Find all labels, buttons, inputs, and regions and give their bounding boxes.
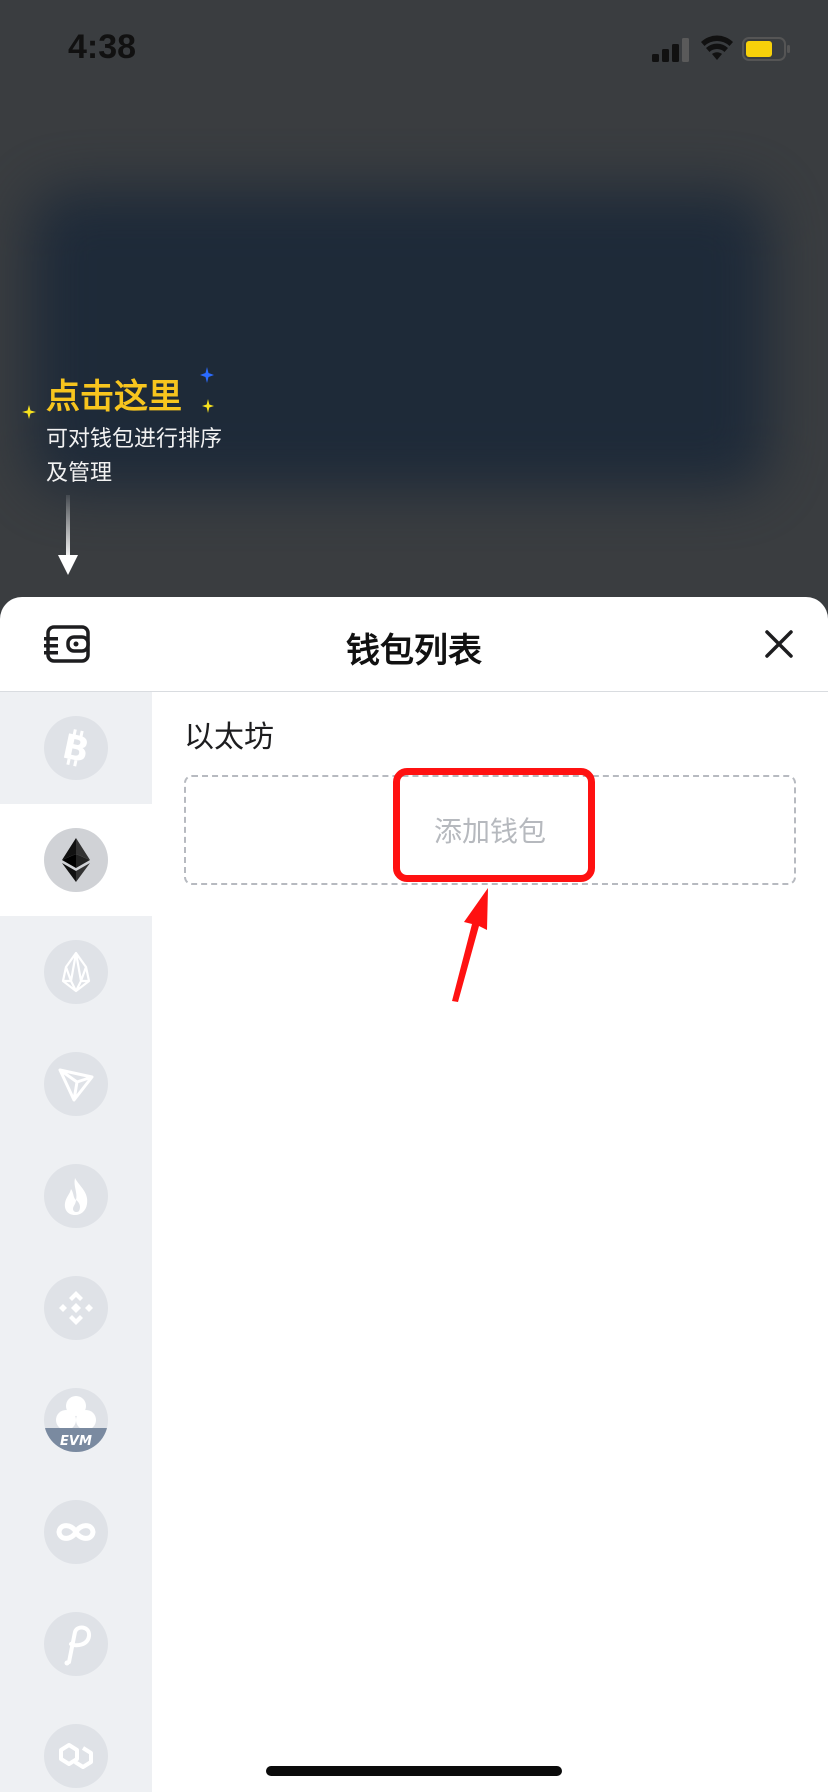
polygon-icon (44, 1724, 108, 1788)
evm-icon: EVM (44, 1388, 108, 1452)
hint-description: 可对钱包进行排序及管理 (46, 427, 223, 486)
close-icon[interactable] (764, 629, 794, 659)
sidebar-item-evm[interactable]: EVM (0, 1364, 152, 1476)
screen: 4:38 点击这里 可对钱包进行排序及管理 钱包列表 B EVM 以太坊 添加钱… (0, 0, 828, 1792)
heco-flame-icon (44, 1164, 108, 1228)
sidebar-item-ethereum[interactable] (0, 804, 152, 916)
bitcoin-icon: B (44, 716, 108, 780)
sidebar-item-polkadot[interactable] (0, 1588, 152, 1700)
onboarding-hint: 点击这里 可对钱包进行排序及管理 (22, 365, 242, 585)
battery-icon (742, 37, 790, 61)
down-arrow-icon (58, 495, 78, 575)
sparkle-icon (200, 367, 214, 383)
wallet-content: 以太坊 添加钱包 (152, 692, 828, 1792)
ethereum-icon (44, 828, 108, 892)
sheet-title: 钱包列表 (346, 631, 482, 671)
home-indicator (266, 1766, 562, 1776)
polkadot-icon (44, 1612, 108, 1676)
sidebar-item-heco[interactable] (0, 1140, 152, 1252)
tron-icon (44, 1052, 108, 1116)
chain-name-heading: 以太坊 (184, 720, 274, 755)
chain-sidebar: B EVM (0, 692, 152, 1792)
hint-title: 点击这里 (46, 377, 182, 417)
wifi-icon (701, 35, 733, 60)
wallet-list-sheet: 钱包列表 B EVM 以太坊 添加钱包 (0, 597, 828, 1792)
sidebar-item-bitcoin[interactable]: B (0, 692, 152, 804)
sidebar-item-eos[interactable] (0, 916, 152, 1028)
signal-icon (652, 38, 689, 62)
sidebar-item-polygon[interactable] (0, 1700, 152, 1792)
status-time: 4:38 (68, 28, 137, 66)
sidebar-item-infinity[interactable] (0, 1476, 152, 1588)
eos-icon (44, 940, 108, 1004)
bnb-icon (44, 1276, 108, 1340)
evm-label: EVM (60, 1434, 92, 1449)
sidebar-item-bnb[interactable] (0, 1252, 152, 1364)
annotation-highlight-box (393, 768, 595, 882)
sidebar-item-tron[interactable] (0, 1028, 152, 1140)
status-bar: 4:38 (0, 0, 828, 100)
annotation-arrow-icon (452, 888, 488, 1002)
infinity-icon (44, 1500, 108, 1564)
sheet-header: 钱包列表 (0, 597, 828, 692)
sparkle-icon (22, 405, 36, 419)
sparkle-icon (202, 399, 214, 413)
